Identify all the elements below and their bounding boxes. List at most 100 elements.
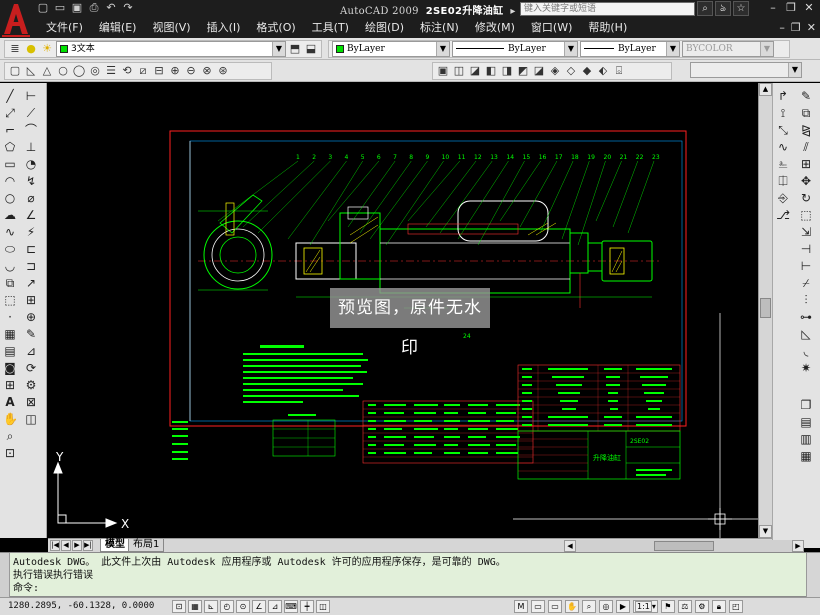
scroll-down-icon[interactable]: ▼ — [759, 525, 772, 538]
multiline-text-icon[interactable]: A — [3, 395, 17, 409]
layout-space-icon[interactable]: ▭ — [531, 600, 545, 613]
region-icon[interactable]: ◙ — [3, 361, 17, 375]
lineweight-dropdown[interactable]: ByLayer ▼ — [580, 41, 680, 57]
close-icon[interactable]: ✕ — [802, 1, 816, 15]
help-search-input[interactable]: 键入关键字或短语 — [520, 2, 695, 16]
open-folder-icon[interactable]: ▭ — [53, 1, 67, 15]
tolerance-icon[interactable]: ⊞ — [24, 293, 38, 307]
wedge-icon[interactable]: ◺ — [24, 64, 38, 78]
arrange-icons-icon[interactable]: ▦ — [799, 449, 813, 463]
polar-tracking-icon[interactable]: ◴ — [220, 600, 234, 613]
intersect-icon[interactable]: ⊗ — [200, 64, 214, 78]
print-icon[interactable]: ⎙ — [87, 1, 101, 15]
menu-file[interactable]: 文件(F) — [38, 20, 91, 36]
array-icon[interactable]: ⊞ — [799, 157, 813, 171]
quick-properties-icon[interactable]: ◫ — [316, 600, 330, 613]
doc-close-icon[interactable]: ✕ — [807, 21, 816, 35]
redo-icon[interactable]: ↷ — [121, 1, 135, 15]
circle-icon[interactable]: ○ — [3, 191, 17, 205]
arc-length-icon[interactable]: ⌒ — [24, 123, 38, 137]
first-tab-icon[interactable]: |◀ — [50, 540, 60, 551]
search-icon[interactable]: ⌕ — [697, 1, 713, 16]
point-icon[interactable]: · — [3, 310, 17, 324]
quick-dimension-icon[interactable]: ⚡ — [24, 225, 38, 239]
break-icon[interactable]: ⫶ — [799, 293, 813, 307]
steering-wheel-icon[interactable]: ◎ — [599, 600, 613, 613]
view-dropdown[interactable]: ▼ — [690, 62, 802, 78]
edit-polyline-icon[interactable]: ⤡ — [776, 123, 790, 137]
construction-line-icon[interactable]: ⤢ — [3, 106, 17, 120]
scroll-right-icon[interactable]: ▶ — [792, 540, 804, 552]
zoom-realtime-icon[interactable]: ⌕ — [3, 429, 17, 443]
cone-icon[interactable]: △ — [40, 64, 54, 78]
tab-layout1[interactable]: 布局1 — [128, 539, 165, 552]
make-block-icon[interactable]: ⬚ — [3, 293, 17, 307]
layer-dropdown[interactable]: 3文本 ▼ — [56, 41, 286, 57]
object-snap-tracking-icon[interactable]: ∠ — [252, 600, 266, 613]
menu-edit[interactable]: 编辑(E) — [91, 20, 145, 36]
interfere-icon[interactable]: ⊛ — [216, 64, 230, 78]
command-scrollbar[interactable] — [806, 553, 820, 598]
plotstyle-dropdown[interactable]: BYCOLOR ▼ — [682, 41, 774, 57]
lineweight-display-icon[interactable]: ┿ — [300, 600, 314, 613]
annotation-scale[interactable]: 1:1 ▾ — [633, 600, 658, 613]
linear-dimension-icon[interactable]: ⊢ — [24, 89, 38, 103]
sw-iso-icon[interactable]: ◈ — [548, 64, 562, 78]
doc-restore-icon[interactable]: ❐ — [791, 21, 801, 35]
horizontal-scroll-thumb[interactable] — [654, 541, 714, 551]
menu-help[interactable]: 帮助(H) — [580, 20, 635, 36]
block-attribute-manager-icon[interactable]: ⎅ — [776, 174, 790, 188]
color-dropdown[interactable]: ByLayer ▼ — [332, 41, 450, 57]
mirror-icon[interactable]: ⧎ — [799, 123, 813, 137]
ordinate-dimension-icon[interactable]: ⊥ — [24, 140, 38, 154]
dimension-edit-icon[interactable]: ✎ — [24, 327, 38, 341]
sync-attributes-icon[interactable]: ⎆ — [776, 191, 790, 205]
model-space-icon[interactable]: M — [514, 600, 528, 613]
auto-scale-icon[interactable]: ⚖ — [677, 600, 692, 613]
torus-icon[interactable]: ◎ — [88, 64, 102, 78]
last-tab-icon[interactable]: ▶| — [83, 540, 93, 551]
top-view-icon[interactable]: ◫ — [452, 64, 466, 78]
se-iso-icon[interactable]: ◇ — [564, 64, 578, 78]
menu-view[interactable]: 视图(V) — [144, 20, 198, 36]
command-window[interactable]: Autodesk DWG。 此文件上次由 Autodesk 应用程序或 Auto… — [0, 552, 820, 598]
trim-icon[interactable]: ⊣ — [799, 242, 813, 256]
rectangle-icon[interactable]: ▭ — [3, 157, 17, 171]
quick-leader-icon[interactable]: ↗ — [24, 276, 38, 290]
baseline-dimension-icon[interactable]: ⊏ — [24, 242, 38, 256]
clean-screen-icon[interactable]: ◰ — [728, 600, 743, 613]
angular-dimension-icon[interactable]: ∠ — [24, 208, 38, 222]
drawing-canvas[interactable]: 1 2 3 4 5 6 7 8 9 10 11 12 13 14 15 16 17 18 19 20 21 22 23 24 — [48, 83, 758, 538]
menu-window[interactable]: 窗口(W) — [523, 20, 580, 36]
copy-icon[interactable]: ⧉ — [799, 106, 813, 120]
make-current-layer-icon[interactable]: ⬒ — [288, 42, 302, 56]
ne-iso-icon[interactable]: ◆ — [580, 64, 594, 78]
lock-icon[interactable]: 🔒︎ — [711, 600, 726, 613]
aligned-dimension-icon[interactable]: ⟋ — [24, 106, 38, 120]
menu-modify[interactable]: 修改(M) — [467, 20, 523, 36]
restore-icon[interactable]: ❐ — [784, 1, 798, 15]
join-icon[interactable]: ⊶ — [799, 310, 813, 324]
pan-status-icon[interactable]: ✋ — [565, 600, 579, 613]
extrude-icon[interactable]: ☰ — [104, 64, 118, 78]
grid-display-icon[interactable]: ▦ — [188, 600, 202, 613]
front-view-icon[interactable]: ◩ — [516, 64, 530, 78]
layer-manager-icon[interactable]: ≣ — [8, 42, 22, 56]
move-icon[interactable]: ✥ — [799, 174, 813, 188]
camera-icon[interactable]: ⌺ — [612, 64, 626, 78]
cylinder-icon[interactable]: ◯ — [72, 64, 86, 78]
inspect-icon[interactable]: ◫ — [24, 412, 38, 426]
table-icon[interactable]: ⊞ — [3, 378, 17, 392]
hatch-icon[interactable]: ▦ — [3, 327, 17, 341]
scroll-left-icon[interactable]: ◀ — [564, 540, 576, 552]
dimension-override-icon[interactable]: ⊠ — [24, 395, 38, 409]
horizontal-scrollbar[interactable]: ◀ ▶ — [564, 540, 804, 552]
zoom-window-icon[interactable]: ⊡ — [3, 446, 17, 460]
right-view-icon[interactable]: ◨ — [500, 64, 514, 78]
command-window-grip[interactable] — [0, 553, 10, 598]
ellipse-icon[interactable]: ⬭ — [3, 242, 17, 256]
zoom-status-icon[interactable]: ⌕ — [582, 600, 596, 613]
edit-hatch-icon[interactable]: ⟟ — [776, 106, 790, 120]
nw-iso-icon[interactable]: ⬖ — [596, 64, 610, 78]
attribute-extraction-icon[interactable]: ⎇ — [776, 208, 790, 222]
